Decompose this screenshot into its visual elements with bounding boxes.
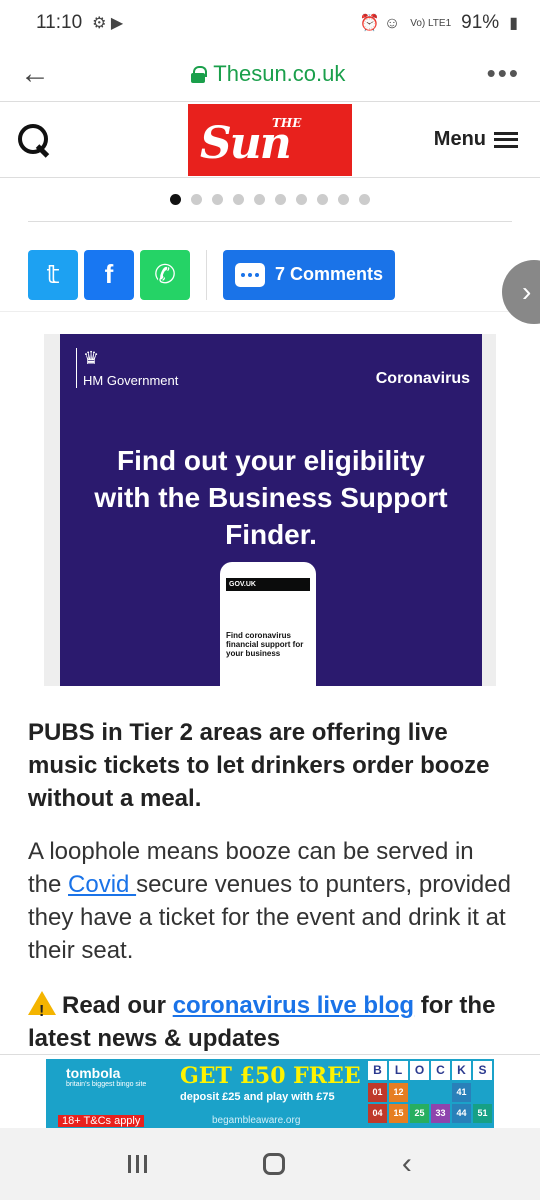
article-body: PUBS in Tier 2 areas are offering live m… bbox=[0, 716, 540, 1055]
carousel-dot[interactable] bbox=[317, 194, 328, 205]
blocks-number: 33 bbox=[431, 1104, 450, 1123]
blocks-number: 04 bbox=[368, 1104, 387, 1123]
blocks-number bbox=[431, 1083, 450, 1102]
android-nav-bar: ‹ bbox=[0, 1128, 540, 1200]
live-blog-link[interactable]: coronavirus live blog bbox=[173, 992, 414, 1019]
comments-label: 7 Comments bbox=[275, 264, 384, 284]
twitter-share-button[interactable]: 𝕥 bbox=[28, 249, 78, 300]
blocks-number: 44 bbox=[452, 1104, 471, 1123]
blocks-number: 01 bbox=[368, 1083, 387, 1102]
tombola-brand: tombola bbox=[66, 1065, 121, 1081]
carousel-dot[interactable] bbox=[275, 194, 286, 205]
covid-link[interactable]: Covid bbox=[68, 871, 136, 898]
carousel-dot[interactable] bbox=[170, 194, 181, 205]
warning-icon bbox=[28, 991, 56, 1028]
whatsapp-share-button[interactable]: ✆ bbox=[140, 249, 190, 300]
ad-frame: ♛ HM Government Coronavirus Find out you… bbox=[44, 334, 496, 686]
blocks-number: 15 bbox=[389, 1104, 408, 1123]
crest-icon: ♛ bbox=[83, 348, 100, 368]
blocks-letter: S bbox=[473, 1061, 492, 1080]
live-prefix: Read our bbox=[62, 992, 173, 1019]
blocks-number: 12 bbox=[389, 1083, 408, 1102]
phone-title: Find coronavirus financial support for y… bbox=[226, 631, 304, 658]
search-icon[interactable] bbox=[16, 122, 52, 158]
blocks-letter: L bbox=[389, 1061, 408, 1080]
blocks-number: 51 bbox=[473, 1104, 492, 1123]
facebook-share-button[interactable]: f bbox=[84, 249, 134, 300]
promo-text: GET £50 FREE bbox=[180, 1063, 361, 1089]
back-arrow-icon[interactable]: ← bbox=[20, 57, 50, 91]
blocks-letter: K bbox=[452, 1061, 471, 1080]
url-bar[interactable]: Thesun.co.uk bbox=[191, 61, 345, 87]
blocks-title: BLOCKS bbox=[368, 1061, 494, 1080]
site-logo[interactable]: THE Sun bbox=[188, 104, 352, 176]
alarm-wifi-signal-icons: ⏰ ☺ bbox=[359, 15, 401, 32]
tombola-subtitle: britain's biggest bingo site bbox=[66, 1081, 147, 1088]
clock: 11:10 bbox=[36, 12, 83, 33]
live-blog-promo: Read our coronavirus live blog for the l… bbox=[28, 989, 512, 1055]
divider bbox=[206, 249, 207, 300]
home-icon[interactable] bbox=[263, 1153, 286, 1175]
hamburger-icon bbox=[494, 131, 518, 148]
blocks-game-graphic: BLOCKS 01 12 41 04 15 25 33 44 51 bbox=[368, 1061, 494, 1129]
recent-apps-icon[interactable] bbox=[128, 1155, 148, 1173]
nav-back-icon[interactable]: ‹ bbox=[402, 1147, 412, 1181]
comments-button[interactable]: 7 Comments bbox=[223, 249, 396, 300]
comment-icon bbox=[235, 262, 265, 287]
logo-sun: Sun bbox=[200, 118, 292, 169]
carousel-dot[interactable] bbox=[338, 194, 349, 205]
blocks-number: 41 bbox=[452, 1083, 471, 1102]
gov-advert[interactable]: ♛ HM Government Coronavirus Find out you… bbox=[60, 334, 482, 686]
blocks-number: 25 bbox=[410, 1104, 429, 1123]
phone-mockup: GOV.UK Find coronavirus financial suppor… bbox=[220, 562, 316, 686]
carousel-dot[interactable] bbox=[191, 194, 202, 205]
article-paragraph: A loophole means booze can be served in … bbox=[28, 835, 512, 967]
deposit-text: deposit £25 and play with £75 bbox=[180, 1091, 335, 1103]
tombola-advert[interactable]: tombola britain's biggest bingo site GET… bbox=[46, 1059, 494, 1129]
gov-label: HM Government bbox=[83, 373, 179, 388]
carousel-dots bbox=[28, 178, 512, 222]
carousel-dot[interactable] bbox=[296, 194, 307, 205]
battery-percent: 91% bbox=[461, 12, 500, 33]
lock-icon bbox=[191, 65, 208, 83]
site-header: THE Sun Menu bbox=[0, 102, 540, 178]
gambleaware-text: begambleaware.org bbox=[212, 1115, 301, 1126]
share-row: 𝕥 f ✆ 7 Comments bbox=[0, 230, 540, 312]
ad-coronavirus-label: Coronavirus bbox=[375, 370, 470, 387]
bottom-banner: tombola britain's biggest bingo site GET… bbox=[0, 1054, 540, 1129]
ad-headline: Find out your eligibility with the Busin… bbox=[94, 445, 448, 550]
carousel-dot[interactable] bbox=[233, 194, 244, 205]
blocks-letter: B bbox=[368, 1061, 387, 1080]
tcs-label: 18+ T&Cs apply bbox=[58, 1115, 145, 1127]
more-options-icon[interactable]: ••• bbox=[487, 58, 520, 89]
status-bar: 11:10 ⚙ ▶ ⏰ ☺ Vo) LTE1 91% ▮ bbox=[0, 0, 540, 46]
blocks-grid: 01 12 41 04 15 25 33 44 51 bbox=[368, 1083, 494, 1123]
battery-icon: ▮ bbox=[509, 15, 518, 32]
blocks-number bbox=[410, 1083, 429, 1102]
blocks-letter: O bbox=[410, 1061, 429, 1080]
status-left: 11:10 ⚙ ▶ bbox=[36, 12, 123, 34]
article-lead: PUBS in Tier 2 areas are offering live m… bbox=[28, 719, 490, 812]
status-right: ⏰ ☺ Vo) LTE1 91% ▮ bbox=[360, 12, 519, 34]
menu-button[interactable]: Menu bbox=[434, 128, 518, 151]
url-text: Thesun.co.uk bbox=[213, 60, 346, 86]
notification-icon: ⚙ ▶ bbox=[92, 15, 124, 32]
menu-label: Menu bbox=[433, 128, 486, 150]
carousel-dot[interactable] bbox=[212, 194, 223, 205]
hm-government-logo: ♛ HM Government bbox=[76, 348, 178, 388]
carousel-dot[interactable] bbox=[254, 194, 265, 205]
phone-govuk-bar: GOV.UK bbox=[226, 578, 310, 591]
blocks-number bbox=[473, 1083, 492, 1102]
signal-text: Vo) LTE1 bbox=[410, 17, 452, 29]
carousel-dot[interactable] bbox=[359, 194, 370, 205]
browser-toolbar: ← Thesun.co.uk ••• bbox=[0, 46, 540, 102]
blocks-letter: C bbox=[431, 1061, 450, 1080]
